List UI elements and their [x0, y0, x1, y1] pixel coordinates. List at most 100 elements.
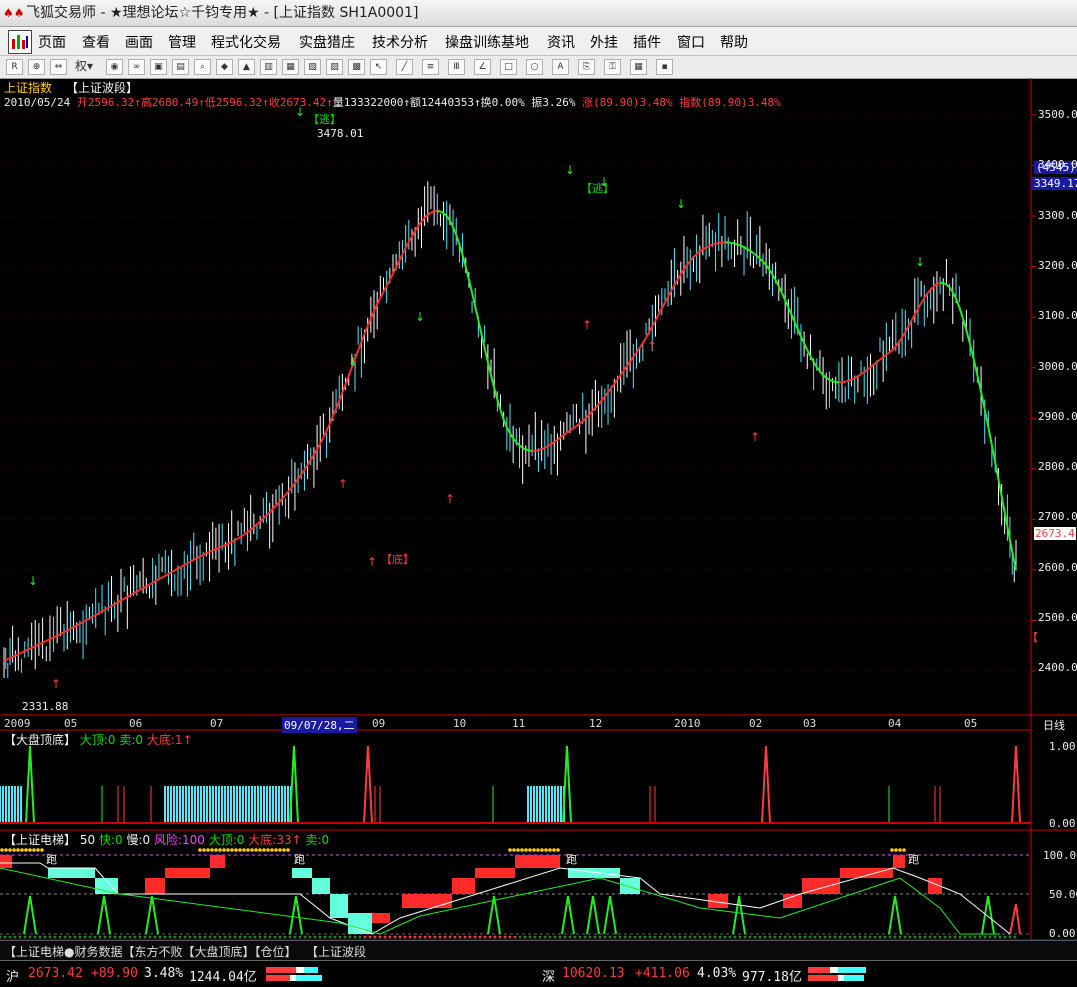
menu-news[interactable]: 资讯	[547, 32, 575, 52]
chart-logo-icon[interactable]	[8, 30, 32, 54]
run-label-4: 跑	[908, 851, 919, 867]
save-icon[interactable]: ▪	[656, 59, 673, 75]
price-tick: 2800.0	[1038, 460, 1077, 473]
menu-plugins[interactable]: 插件	[633, 32, 661, 52]
baseline-dot	[659, 936, 662, 939]
layout-icon[interactable]: ▥	[260, 59, 277, 75]
sell-arrow: ↓	[348, 355, 358, 369]
copy-icon[interactable]: ⎘	[578, 59, 595, 75]
lock-icon[interactable]: ⚿	[604, 59, 621, 75]
zoom-in-icon[interactable]: ⊕	[28, 59, 45, 75]
chart-canvas[interactable]: ↓↓↓↓↓↓↓↓↑↑↑↑↑↑↑	[0, 78, 1077, 940]
fib-icon[interactable]: Ⅲ	[448, 59, 465, 75]
layout3-icon[interactable]: ▧	[304, 59, 321, 75]
wave-line-segment	[974, 359, 978, 375]
period-label[interactable]: 日线	[1043, 717, 1065, 733]
circle-icon[interactable]: ○	[526, 59, 543, 75]
baseline-dot	[354, 936, 357, 939]
layout4-icon[interactable]: ▨	[326, 59, 343, 75]
channel-icon[interactable]: ≡	[422, 59, 439, 75]
menu-help[interactable]: 帮助	[720, 32, 748, 52]
baseline-dot	[84, 936, 87, 939]
menu-screen[interactable]: 画面	[125, 32, 153, 52]
stock-icon[interactable]: ▣	[150, 59, 167, 75]
baseline-dot	[399, 936, 402, 939]
baseline-dot	[9, 936, 12, 939]
baseline-dot	[849, 936, 852, 939]
menu-view[interactable]: 查看	[82, 32, 110, 52]
risk-dot	[198, 848, 202, 852]
baseline-dot	[59, 936, 62, 939]
risk-dot	[12, 848, 16, 852]
binocular-icon[interactable]: ◉	[106, 59, 123, 75]
baseline-dot	[214, 936, 217, 939]
quote-close: 2673.42	[280, 96, 326, 109]
wave-line-segment	[25, 650, 28, 652]
chart-area[interactable]: ↓↓↓↓↓↓↓↓↑↑↑↑↑↑↑ 上证指数 【上证波段】 2010/05/24 开…	[0, 78, 1077, 940]
elevator-step	[840, 868, 893, 878]
menu-page[interactable]: 页面	[38, 32, 66, 52]
sh-label: 沪	[6, 966, 19, 985]
menu-hunting[interactable]: 实盘猎庄	[299, 32, 355, 52]
search-icon[interactable]: ⌕	[194, 59, 211, 75]
risk-dot	[258, 848, 262, 852]
baseline-dot	[199, 936, 202, 939]
line-icon[interactable]: ╱	[396, 59, 413, 75]
wave-line-segment	[731, 243, 734, 244]
menu-training[interactable]: 操盘训练基地	[445, 32, 529, 52]
layout2-icon[interactable]: ▦	[282, 59, 299, 75]
signal-spike	[290, 746, 298, 823]
menu-manage[interactable]: 管理	[168, 32, 196, 52]
baseline-dot	[359, 936, 362, 939]
baseline-dot	[589, 936, 592, 939]
palette-icon[interactable]: ▦	[630, 59, 647, 75]
menu-plugin-ext[interactable]: 外挂	[590, 32, 618, 52]
tab-shangzheng-bodun[interactable]: 【上证波段	[306, 943, 366, 960]
alarm-icon[interactable]: ◆	[216, 59, 233, 75]
panel1-name[interactable]: 【大盘顶底】	[4, 733, 76, 747]
baseline-dot	[319, 936, 322, 939]
menu-window[interactable]: 窗口	[677, 32, 705, 52]
green-spike	[889, 896, 901, 934]
rect-icon[interactable]: □	[500, 59, 517, 75]
elevator-step	[893, 855, 905, 868]
glasses-icon[interactable]: ∞	[128, 59, 145, 75]
risk-dot	[202, 848, 206, 852]
wave-line-segment	[50, 637, 54, 639]
text-icon[interactable]: A	[552, 59, 569, 75]
baseline-dot	[384, 936, 387, 939]
date-tick: 09	[372, 717, 385, 730]
cursor-icon[interactable]: ↖	[370, 59, 387, 75]
buy-arrow: ↑	[582, 318, 592, 332]
baseline-dot	[524, 936, 527, 939]
wave-line-segment	[542, 448, 545, 449]
baseline-dot	[414, 936, 417, 939]
red-spike	[1010, 904, 1020, 934]
bell-icon[interactable]: ▲	[238, 59, 255, 75]
baseline-dot	[404, 936, 407, 939]
risk-dot	[206, 848, 210, 852]
rights-dropdown[interactable]: 权▾	[72, 59, 96, 75]
baseline-dot	[584, 936, 587, 939]
sh-amount: 1244.04亿	[189, 966, 257, 985]
baseline-dot	[164, 936, 167, 939]
tab-group-main[interactable]: 【上证电梯●财务数据【东方不败【大盘顶底】【仓位】	[4, 943, 296, 960]
baseline-dot	[594, 936, 597, 939]
menu-tech-analysis[interactable]: 技术分析	[372, 32, 428, 52]
baseline-dot	[474, 936, 477, 939]
sell-arrow: ↓	[676, 197, 686, 211]
rsi-icon[interactable]: R	[6, 59, 23, 75]
layout5-icon[interactable]: ▩	[348, 59, 365, 75]
scroll-icon[interactable]: ⇔	[50, 59, 67, 75]
right-bottom-tag: 【	[1027, 629, 1038, 645]
elevator-step	[475, 868, 515, 878]
baseline-dot	[749, 936, 752, 939]
gann-icon[interactable]: ∠	[474, 59, 491, 75]
baseline-dot	[444, 936, 447, 939]
baseline-dot	[4, 936, 7, 939]
menu-program-trading[interactable]: 程式化交易	[211, 32, 281, 52]
baseline-dot	[19, 936, 22, 939]
book-icon[interactable]: ▤	[172, 59, 189, 75]
risk-dot	[40, 848, 44, 852]
panel2-name[interactable]: 【上证电梯】	[4, 833, 76, 847]
